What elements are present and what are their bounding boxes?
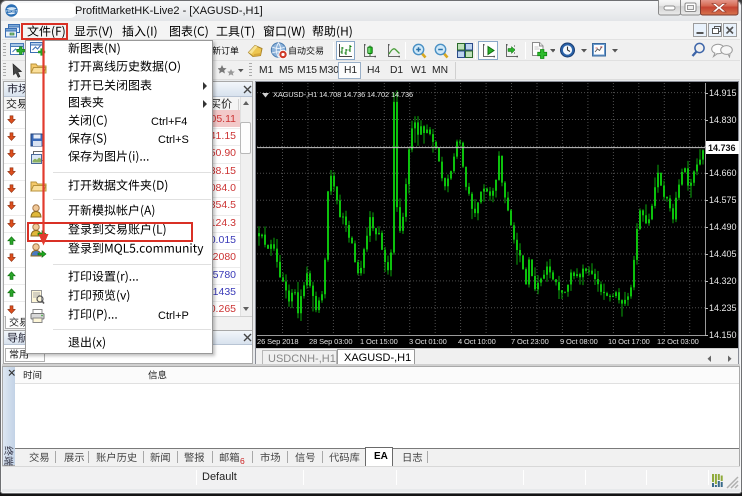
svg-text:PROFIT: PROFIT [6, 10, 18, 14]
